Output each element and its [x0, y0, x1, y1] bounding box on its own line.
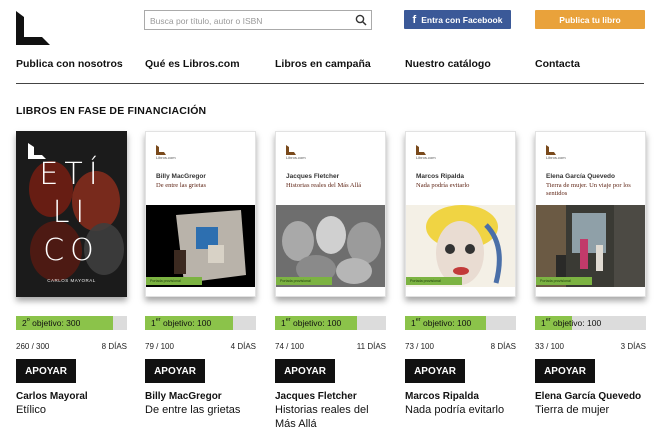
funding-progress-bar: 1er objetivo: 100 — [145, 316, 256, 330]
objective-label: 1er objetivo: 100 — [411, 317, 472, 328]
objective-label: 1er objetivo: 100 — [281, 317, 342, 328]
cover-title: Nada podría evitarlo — [416, 182, 470, 189]
nav-divider — [16, 83, 644, 84]
cover-publisher: Libros.com — [156, 155, 176, 160]
cover-image — [276, 205, 385, 287]
publisher-logo-icon — [546, 145, 556, 155]
cover-publisher: Libros.com — [416, 155, 436, 160]
book-card: Libros.com Elena García Quevedo Tierra d… — [535, 131, 646, 416]
book-author[interactable]: Carlos Mayoral — [16, 391, 88, 402]
cover-author: Jacques Fletcher — [286, 173, 340, 180]
objective-label: 1er objetivo: 100 — [541, 317, 602, 328]
cover-author: Marcos Ripalda — [416, 173, 465, 180]
book-title[interactable]: Tierra de mujer — [535, 403, 647, 417]
publisher-logo-icon — [156, 145, 166, 155]
facebook-icon: f — [412, 13, 417, 26]
book-card: ETÍ LI CO CARLOS MAYORAL 2o objetivo: 30… — [16, 131, 127, 416]
provisional-cover-badge: Portada provisional — [276, 277, 332, 285]
objective-label: 1er objetivo: 100 — [151, 317, 212, 328]
book-card: Libros.com Marcos Ripalda Nada podría ev… — [405, 131, 516, 416]
funding-stats: 260 / 300 8 DÍAS — [16, 342, 127, 351]
provisional-cover-badge: Portada provisional — [406, 277, 462, 285]
cover-author: Billy MacGregor — [156, 173, 206, 180]
publish-book-button[interactable]: Publica tu libro — [535, 10, 645, 29]
cover-title: Tierra de mujer. Un viaje por los sentid… — [546, 182, 631, 198]
search-icon[interactable] — [355, 14, 367, 26]
supporters-count: 33 / 100 — [535, 342, 564, 351]
cover-title-line-2: LI — [52, 195, 91, 230]
book-author[interactable]: Jacques Fletcher — [275, 391, 357, 402]
supporters-count: 73 / 100 — [405, 342, 434, 351]
cover-title: De entre las grietas — [156, 182, 206, 189]
objective-label: 2o objetivo: 300 — [22, 317, 81, 328]
publisher-logo-icon — [286, 145, 296, 155]
book-cover[interactable]: Libros.com Billy MacGregor De entre las … — [145, 131, 256, 297]
cover-publisher: Libros.com — [286, 155, 306, 160]
apoyar-button[interactable]: APOYAR — [145, 359, 205, 383]
book-card: Libros.com Billy MacGregor De entre las … — [145, 131, 256, 416]
book-cover[interactable]: Libros.com Elena García Quevedo Tierra d… — [535, 131, 646, 297]
book-title[interactable]: De entre las grietas — [145, 403, 257, 417]
book-card: Libros.com Jacques Fletcher Historias re… — [275, 131, 386, 430]
nav-libros-en-campana[interactable]: Libros en campaña — [275, 58, 371, 70]
funding-stats: 33 / 100 3 DÍAS — [535, 342, 646, 351]
funding-stats: 74 / 100 11 DÍAS — [275, 342, 386, 351]
funding-progress-bar: 1er objetivo: 100 — [275, 316, 386, 330]
facebook-login-button[interactable]: f Entra con Facebook — [404, 10, 511, 29]
book-cover[interactable]: ETÍ LI CO CARLOS MAYORAL — [16, 131, 127, 297]
book-title[interactable]: Nada podría evitarlo — [405, 403, 517, 417]
book-author[interactable]: Billy MacGregor — [145, 391, 222, 402]
days-left: 8 DÍAS — [101, 342, 127, 351]
book-cover[interactable]: Libros.com Jacques Fletcher Historias re… — [275, 131, 386, 297]
funding-stats: 73 / 100 8 DÍAS — [405, 342, 516, 351]
funding-progress-bar: 1er objetivo: 100 — [535, 316, 646, 330]
funding-progress-bar: 2o objetivo: 300 — [16, 316, 127, 330]
publisher-logo-icon — [416, 145, 426, 155]
cover-image — [146, 205, 255, 287]
book-title[interactable]: Historias reales del Más Allá — [275, 403, 387, 431]
days-left: 8 DÍAS — [490, 342, 516, 351]
cover-title-line-1: ETÍ — [39, 157, 104, 192]
nav-que-es-libros[interactable]: Qué es Libros.com — [145, 58, 240, 70]
apoyar-button[interactable]: APOYAR — [405, 359, 465, 383]
section-title: LIBROS EN FASE DE FINANCIACIÓN — [16, 105, 207, 117]
nav-publica-con-nosotros[interactable]: Publica con nosotros — [16, 58, 123, 70]
nav-contacta[interactable]: Contacta — [535, 58, 580, 70]
apoyar-button[interactable]: APOYAR — [16, 359, 76, 383]
book-cover[interactable]: Libros.com Marcos Ripalda Nada podría ev… — [405, 131, 516, 297]
provisional-cover-badge: Portada provisional — [146, 277, 202, 285]
days-left: 11 DÍAS — [356, 342, 386, 351]
supporters-count: 260 / 300 — [16, 342, 50, 351]
cover-publisher: Libros.com — [546, 155, 566, 160]
cover-author: CARLOS MAYORAL — [47, 278, 96, 283]
cover-title: Historias reales del Más Allá — [286, 182, 362, 189]
supporters-count: 74 / 100 — [275, 342, 304, 351]
apoyar-button[interactable]: APOYAR — [275, 359, 335, 383]
funding-stats: 79 / 100 4 DÍAS — [145, 342, 256, 351]
apoyar-button[interactable]: APOYAR — [535, 359, 595, 383]
book-author[interactable]: Marcos Ripalda — [405, 391, 479, 402]
search-input[interactable] — [145, 12, 345, 30]
cover-author: Elena García Quevedo — [546, 173, 616, 180]
days-left: 4 DÍAS — [230, 342, 256, 351]
provisional-cover-badge: Portada provisional — [536, 277, 592, 285]
facebook-login-label: Entra con Facebook — [421, 14, 503, 25]
cover-image — [406, 205, 515, 287]
search-box[interactable] — [144, 10, 372, 30]
funding-progress-bar: 1er objetivo: 100 — [405, 316, 516, 330]
book-title[interactable]: Etílico — [16, 403, 128, 417]
nav-nuestro-catalogo[interactable]: Nuestro catálogo — [405, 58, 491, 70]
days-left: 3 DÍAS — [620, 342, 646, 351]
cover-image — [536, 205, 645, 287]
book-author[interactable]: Elena García Quevedo — [535, 391, 641, 402]
supporters-count: 79 / 100 — [145, 342, 174, 351]
libros-logo[interactable] — [16, 11, 50, 45]
cover-title-line-3: CO — [43, 233, 100, 268]
